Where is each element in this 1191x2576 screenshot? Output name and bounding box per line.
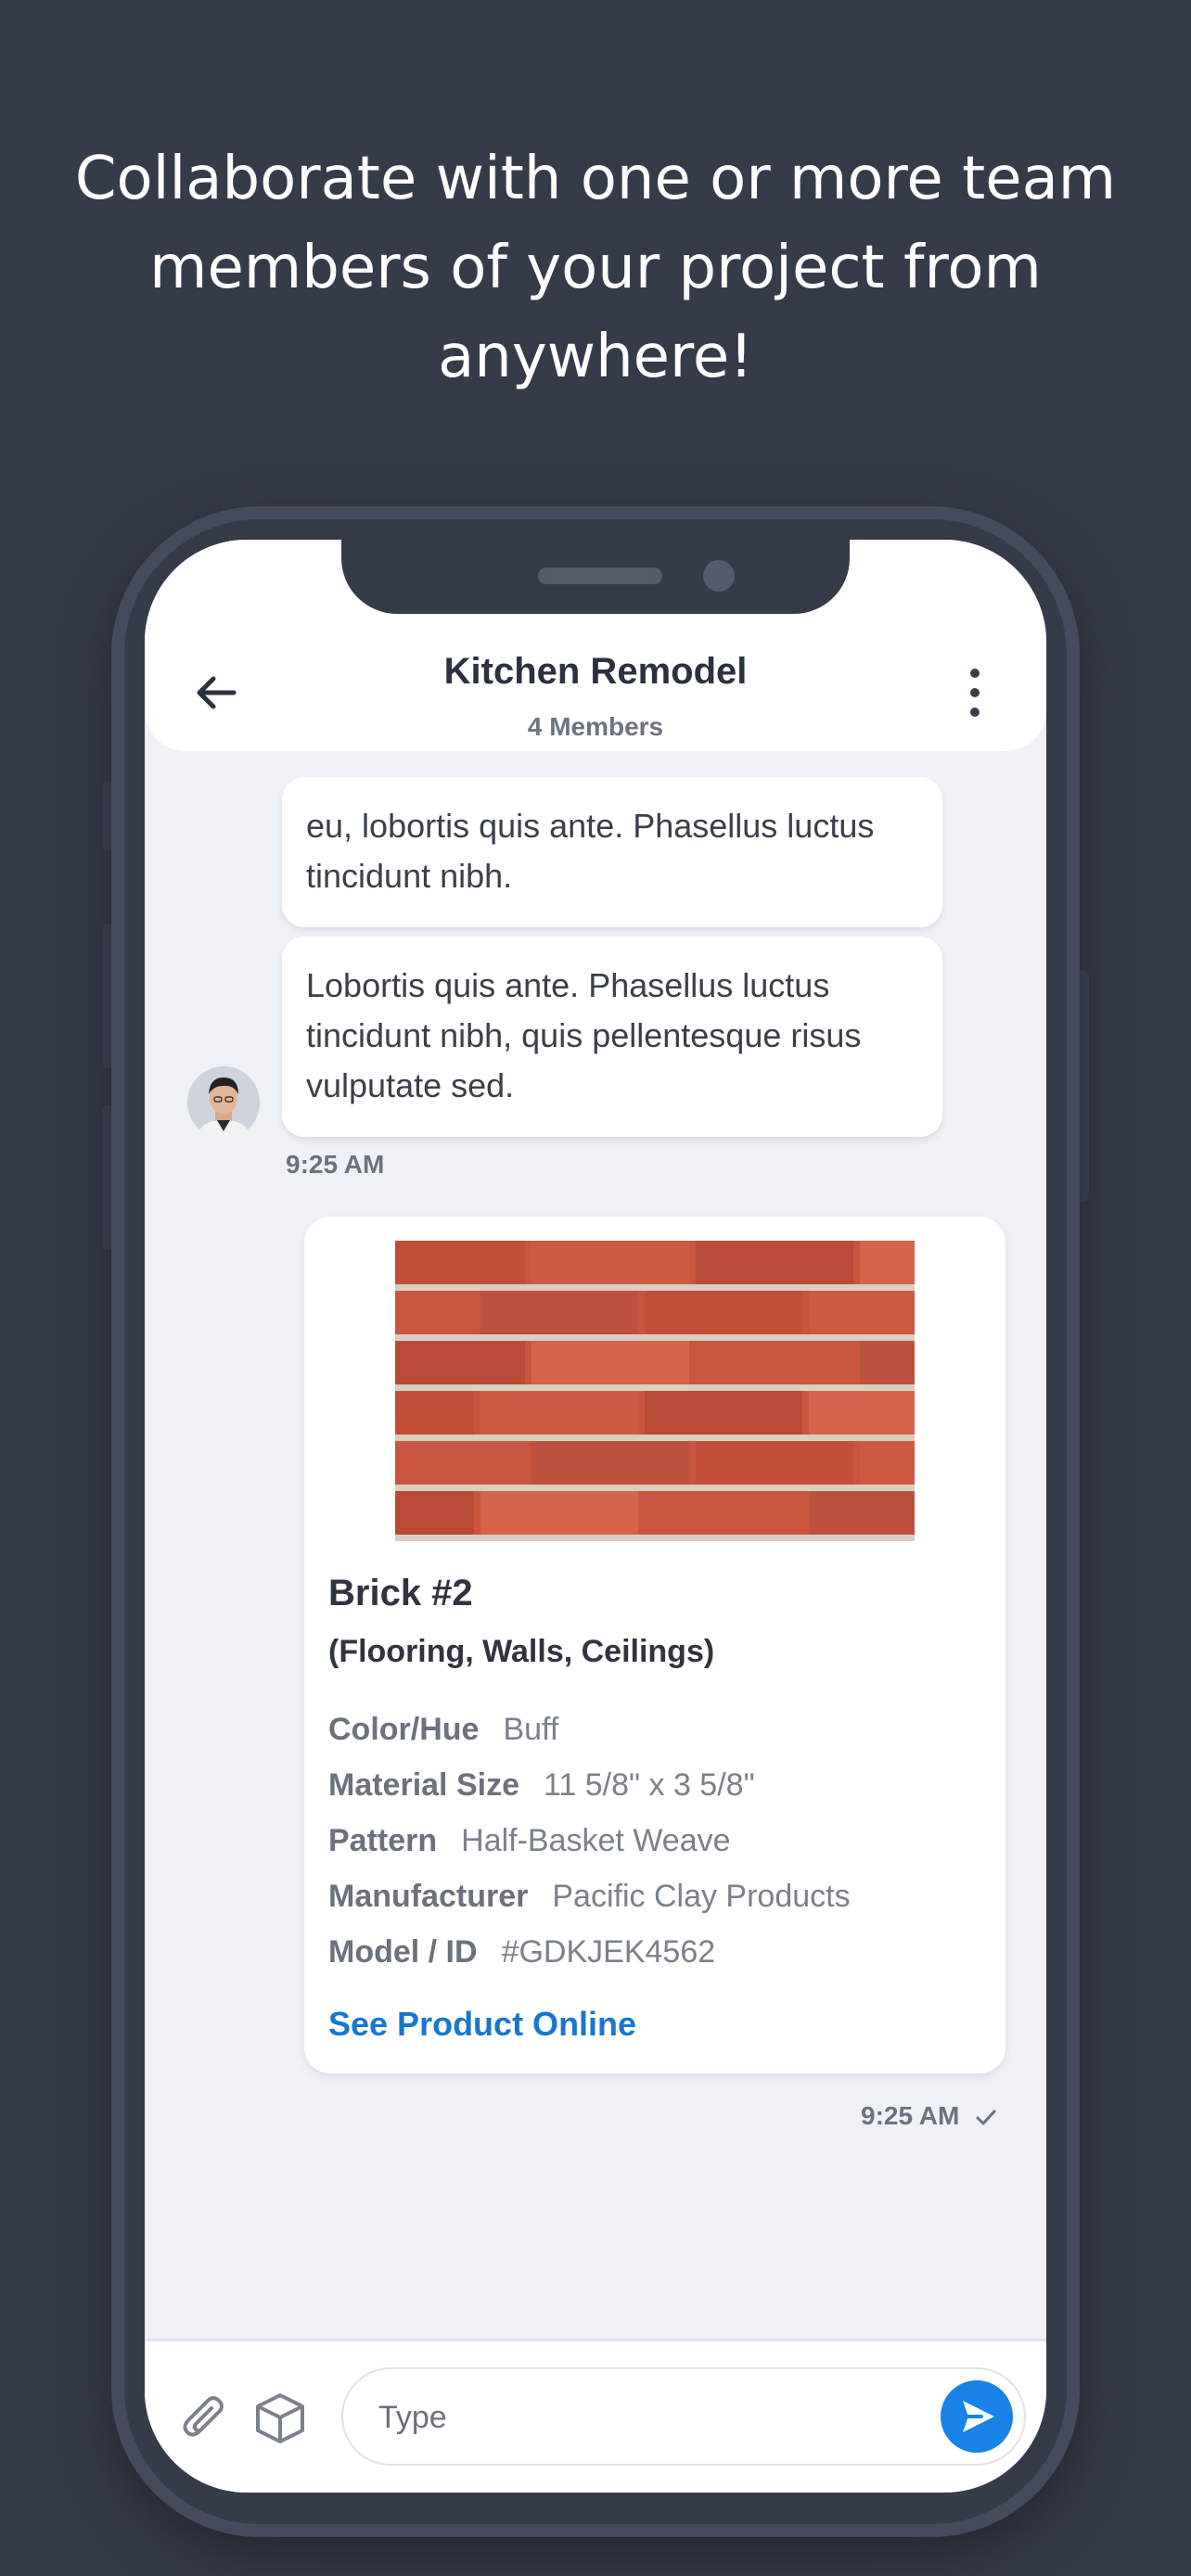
brick xyxy=(480,1391,638,1435)
brick xyxy=(645,1291,802,1334)
spec-label: Model / ID xyxy=(328,1934,478,1970)
brick xyxy=(395,1441,525,1485)
brick xyxy=(531,1241,689,1284)
message-timestamp: 9:25 AM xyxy=(861,2101,998,2131)
avatar[interactable] xyxy=(187,1066,260,1139)
spec-label: Manufacturer xyxy=(328,1879,529,1914)
member-count: 4 Members xyxy=(527,712,664,741)
product-categories: (Flooring, Walls, Ceilings) xyxy=(328,1634,715,1669)
brick xyxy=(860,1341,915,1384)
message-timestamp: 9:25 AM xyxy=(286,1150,385,1179)
spec-manufacturer: Manufacturer Pacific Clay Products xyxy=(328,1879,851,1915)
phone-notch xyxy=(341,540,850,614)
mortar-line xyxy=(395,1435,915,1441)
brick xyxy=(531,1341,689,1384)
mortar-line xyxy=(395,1485,915,1491)
product-title: Brick #2 xyxy=(328,1573,473,1613)
brick xyxy=(809,1491,915,1535)
phone-speaker xyxy=(538,567,662,584)
brick xyxy=(809,1391,915,1435)
timestamp-text: 9:25 AM xyxy=(861,2101,960,2130)
mortar-line xyxy=(395,1334,915,1341)
spec-label: Color/Hue xyxy=(328,1712,480,1747)
brick xyxy=(531,1441,689,1485)
brick-texture xyxy=(395,1241,915,1541)
user-photo xyxy=(187,1066,260,1139)
paperclip-icon[interactable] xyxy=(182,2391,228,2443)
brick xyxy=(395,1341,525,1384)
brick xyxy=(395,1391,474,1435)
message-bubble: Lobortis quis ante. Phasellus luctus tin… xyxy=(282,937,942,1137)
brick xyxy=(480,1491,638,1535)
brick xyxy=(645,1491,802,1535)
brick xyxy=(395,1491,474,1535)
sent-check-icon xyxy=(976,2110,996,2125)
brick xyxy=(860,1241,915,1284)
see-product-online-link[interactable]: See Product Online xyxy=(328,2005,636,2044)
mortar-line xyxy=(395,1535,915,1541)
brick xyxy=(696,1341,853,1384)
phone-camera xyxy=(703,560,735,592)
send-icon xyxy=(963,2401,994,2432)
mortar-line xyxy=(395,1284,915,1291)
brick xyxy=(645,1391,802,1435)
mortar-line xyxy=(395,1384,915,1391)
message-input[interactable] xyxy=(377,2388,900,2447)
brick xyxy=(395,1241,525,1284)
brick xyxy=(696,1441,853,1485)
phone-screen: Kitchen Remodel 4 Members eu, lobortis q… xyxy=(145,540,1046,2493)
message-bubble: eu, lobortis quis ante. Phasellus luctus… xyxy=(282,777,942,927)
brick xyxy=(809,1291,915,1334)
brick xyxy=(860,1441,915,1485)
spec-label: Material Size xyxy=(328,1767,519,1803)
brick xyxy=(480,1291,638,1334)
product-image xyxy=(395,1241,915,1541)
spec-value: Buff xyxy=(503,1712,559,1747)
spec-value: 11 5/8" x 3 5/8" xyxy=(543,1767,755,1803)
message-composer xyxy=(145,2339,1046,2493)
spec-value: Half-Basket Weave xyxy=(461,1823,731,1858)
brick xyxy=(395,1291,474,1334)
spec-value: Pacific Clay Products xyxy=(552,1879,851,1914)
send-button[interactable] xyxy=(941,2380,1013,2453)
more-options-icon[interactable] xyxy=(961,660,989,725)
product-card[interactable]: Brick #2 (Flooring, Walls, Ceilings) Col… xyxy=(304,1217,1005,2073)
spec-color: Color/Hue Buff xyxy=(328,1712,558,1748)
message-input-container xyxy=(341,2367,1026,2466)
spec-pattern: Pattern Half-Basket Weave xyxy=(328,1823,731,1859)
spec-label: Pattern xyxy=(328,1823,438,1858)
chat-title: Kitchen Remodel xyxy=(443,651,748,692)
brick xyxy=(696,1241,853,1284)
spec-value: #GDKJEK4562 xyxy=(501,1934,716,1970)
spec-size: Material Size 11 5/8" x 3 5/8" xyxy=(328,1767,755,1804)
spec-model-id: Model / ID #GDKJEK4562 xyxy=(328,1934,715,1970)
headline: Collaborate with one or more team member… xyxy=(74,145,1117,391)
cube-icon[interactable] xyxy=(254,2391,306,2445)
